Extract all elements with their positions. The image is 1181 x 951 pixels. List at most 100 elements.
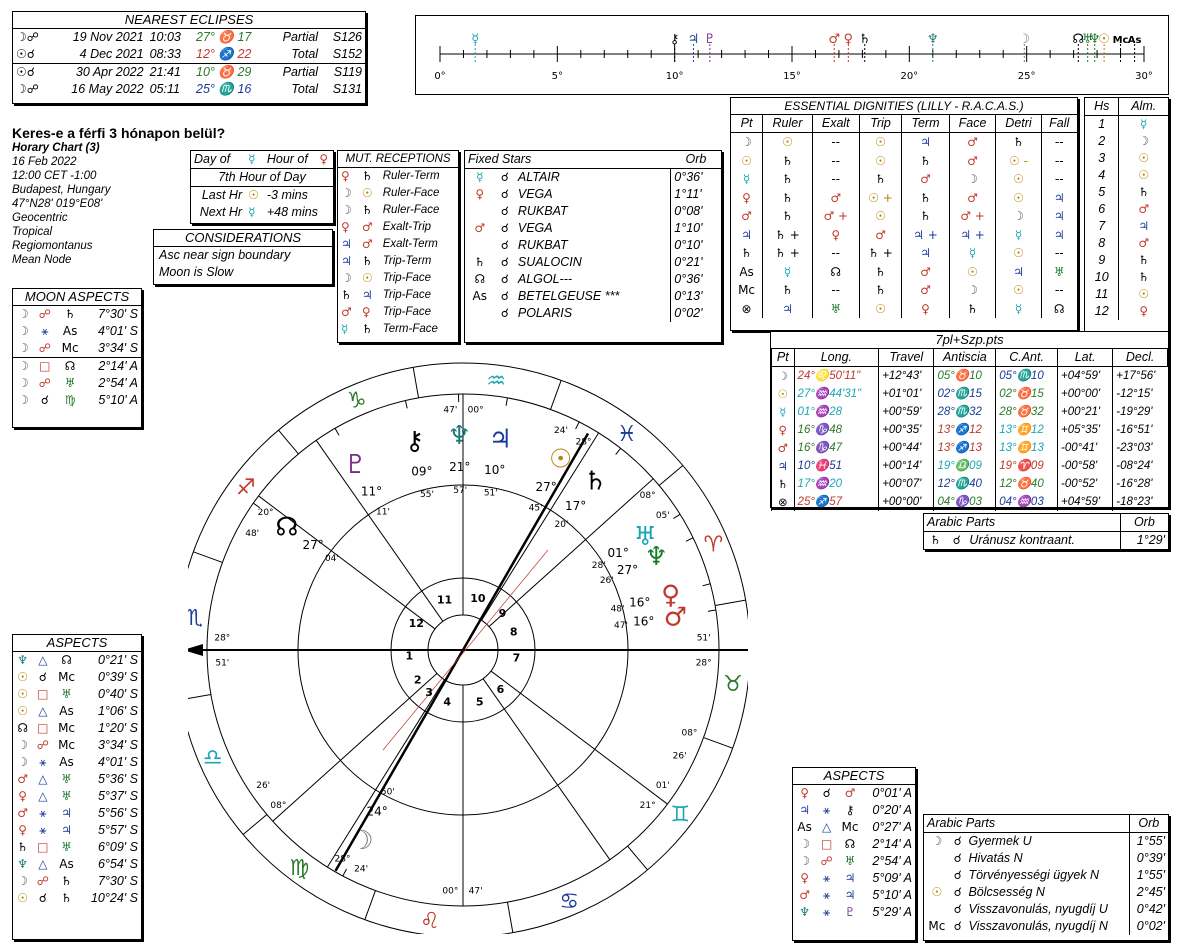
latitude: +04°59' <box>1056 493 1113 511</box>
aspect-planet-2-icon: ♃ <box>61 806 72 820</box>
conjunction-icon: ☌ <box>500 306 509 320</box>
sign-boundary <box>278 429 299 455</box>
position-planet-icon: ♂ <box>771 439 795 457</box>
arabic-part-name: Gyermek U <box>968 834 1032 848</box>
declination: -16°51' <box>1112 421 1168 439</box>
arabic-row: ☉ ☌ Bölcsesség N 2°45' <box>924 884 1168 901</box>
reception-planet-1-icon: ♀ <box>341 169 350 183</box>
ruler-planet-icon: ☽ <box>1018 32 1030 47</box>
zodiac-sign-icon: ♌ <box>420 909 440 934</box>
aspect-type-icon: ☌ <box>38 670 47 684</box>
sign-boundary <box>658 465 684 486</box>
arabic-planet-icon <box>924 867 950 884</box>
aspect-planet-2-icon: Mc <box>58 670 76 684</box>
aspect-planet-1-icon: ☉ <box>17 891 29 905</box>
arabic-part-name: Visszavonulás, nyugdíj U <box>968 902 1108 916</box>
house-number: 6 <box>1098 202 1106 216</box>
star-orb: 0°36' <box>670 168 721 186</box>
arabic-orb: 0°42' <box>1128 901 1168 918</box>
day-hour-panel: Day of ☿ Hour of ♀ 7th Hour of Day Last Hr ☉… <box>190 150 334 224</box>
aspect-row: ☽ ☍ Mc 3°34' S <box>13 340 141 358</box>
sign-boundary <box>188 693 211 699</box>
arabic-part-name: Uránusz kontraant. <box>969 533 1075 547</box>
reception-row: ☽ ♄ Ruler-Face <box>338 202 458 219</box>
planet-degree: 27° <box>535 480 556 494</box>
dignity-cell: ⊗ <box>741 301 752 316</box>
dignity-cell: ♃ <box>901 132 950 152</box>
conjunction-icon: ☌ <box>953 885 962 899</box>
aspect-planet-2-icon: ☊ <box>844 837 856 851</box>
aspect-planet-2-icon: ♅ <box>61 772 72 786</box>
aspect-row: ♀ ☌ ♂ 0°01' A <box>793 785 915 802</box>
star-planet-icon: ♂ <box>474 221 486 235</box>
aspect-row: As △ Mc 0°27' A <box>793 819 915 836</box>
chart-detail-line: Geocentric <box>12 212 68 224</box>
cusp-label: 24' <box>354 864 368 874</box>
house-number: 8 <box>1098 236 1106 250</box>
house-row: 3 ☉ <box>1085 150 1168 167</box>
aspect-planet-1-icon: ☽ <box>17 738 29 752</box>
cusp-label: 28° <box>335 855 351 865</box>
reception-row: ♃ ♂ Exalt-Term <box>338 236 458 253</box>
star-planet-icon: ☊ <box>474 272 486 286</box>
antiscia: 19°♎09 <box>933 457 996 475</box>
position-row: ♃ 10°♓51 +00°14' 19°♎09 19°♈09 -00°58' -08°24' <box>771 457 1168 475</box>
aspect-orb: 1°06' S <box>97 704 138 718</box>
dignity-cell: ☉ <box>995 281 1042 300</box>
almuten-icon: ♄ <box>1118 252 1168 269</box>
star-planet-icon <box>465 305 495 322</box>
ruler-planet-icon: ⚷ <box>670 32 680 47</box>
aspect-type-icon: ☍ <box>38 376 51 390</box>
sign-boundary <box>242 814 268 835</box>
ruler-planet-icon: ♀ <box>844 32 854 47</box>
declination: -18°23' <box>1112 493 1168 511</box>
position-row: ♀ 16°♑48 +00°35' 13°♐12 13°♊12 +05°35' -16°51' <box>771 421 1168 439</box>
dignities-col-header: Fall <box>1040 115 1077 133</box>
planet-minute: 48' <box>611 605 625 615</box>
aspect-row: ♂ △ ♅ 5°36' S <box>13 771 141 788</box>
travel: +00°00' <box>878 493 934 511</box>
star-name: RUKBAT <box>517 204 568 218</box>
aspect-orb: 6°09' S <box>97 840 138 854</box>
planet-minute: 28' <box>592 561 606 571</box>
eclipses-title: NEAREST ECLIPSES <box>13 12 365 29</box>
positions-col-header: Long. <box>793 348 880 367</box>
positions-header: Pt Long. Travel Antiscia C.Ant. Lat. Decl. <box>771 348 1168 367</box>
dignity-cell: -- <box>811 281 860 300</box>
dignity-cell: ☉ <box>858 299 902 318</box>
arabic-orb: 1°29' <box>1119 531 1168 549</box>
reception-type: Trip-Face <box>382 289 432 301</box>
almuten-icon: ☽ <box>1118 133 1168 150</box>
planet-tick <box>505 397 508 406</box>
aspect-type-icon: ☍ <box>38 307 51 321</box>
planet-minute: 47' <box>614 621 628 631</box>
dignity-cell: ♃ <box>762 299 813 318</box>
eclipses-panel: NEAREST ECLIPSES ☽☍ 19 Nov 2021 10:03 27° ♉… <box>12 11 366 104</box>
planet-degree: 01° <box>608 546 629 560</box>
arabic-orb: 1°55' <box>1128 832 1168 850</box>
positions-col-header: Travel <box>878 348 935 367</box>
aspects-right-panel: ASPECTS ♀ ☌ ♂ 0°01' A ♃ ⚹ ⚷ 0°20' A As △ Mc 0°27' A… <box>792 767 916 941</box>
contra-antiscia: 05°♏10 <box>995 366 1058 385</box>
dignity-cell: ♂ <box>858 225 902 244</box>
reception-type: Trip-Face <box>382 306 432 318</box>
aspect-orb: 5°57' S <box>97 823 138 837</box>
house-row: 5 ♄ <box>1085 184 1168 201</box>
aspect-orb: 5°36' S <box>97 772 138 786</box>
aspect-type-icon: △ <box>38 653 48 667</box>
aspect-row: ☊ □ Mc 1°20' S <box>13 720 141 737</box>
aspect-planet-1-icon: ♀ <box>18 823 28 837</box>
star-name: ALGOL--- <box>517 272 573 286</box>
star-name: POLARIS <box>517 306 573 320</box>
house-number: 10 <box>470 592 486 605</box>
aspect-planet-2-icon: ♅ <box>61 687 72 701</box>
eclipse-row: ☉☌ 4 Dec 2021 08:33 12° ♐ 22 Total S152 <box>13 46 365 64</box>
dignity-cell: ♃ <box>1040 207 1077 226</box>
reception-planet-1-icon: ♄ <box>341 288 352 302</box>
aspect-type-icon: ☍ <box>820 854 833 868</box>
reception-planet-1-icon: ☿ <box>341 322 349 336</box>
aspect-planet-1-icon: ♆ <box>17 653 29 667</box>
eclipse-date: 16 May 2022 <box>71 82 144 96</box>
aspect-orb: 0°40' S <box>97 687 138 701</box>
aspect-planet-2-icon: ♇ <box>844 905 856 919</box>
